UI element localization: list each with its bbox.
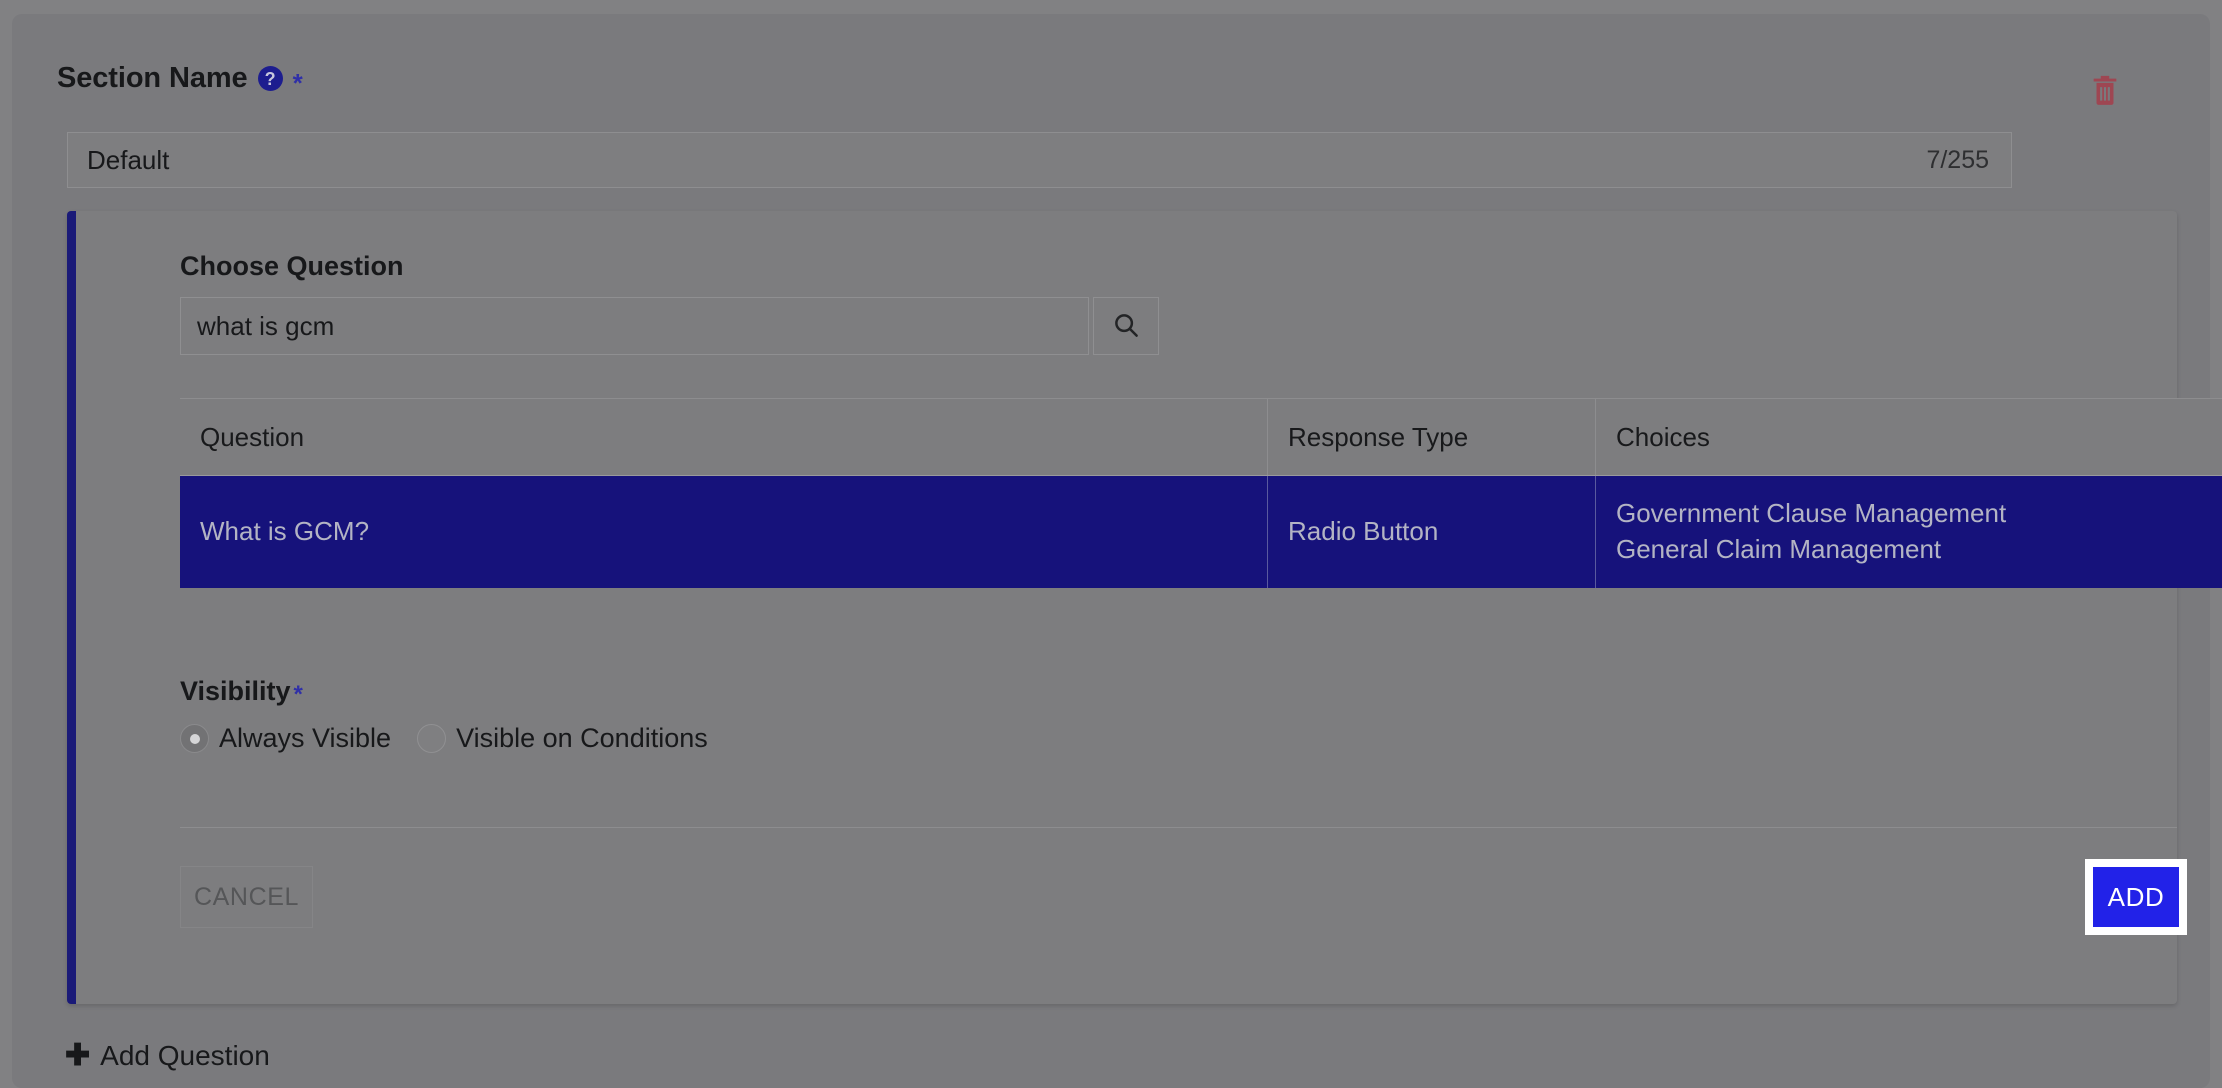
table-header-row: Question Response Type Choices [180, 398, 2222, 476]
required-asterisk: * [292, 67, 303, 98]
table-row[interactable]: What is GCM? Radio Button Government Cla… [180, 475, 2222, 588]
radio-indicator-always-visible[interactable] [180, 724, 209, 753]
section-panel: Section Name ? * 7/255 Choose Question [12, 14, 2222, 1088]
page-title: Section Name [57, 62, 248, 94]
question-search-input[interactable] [180, 297, 1089, 355]
add-button-focus-ring: ADD [2085, 859, 2187, 935]
cell-response-type: Radio Button [1267, 475, 1596, 588]
search-button[interactable] [1093, 297, 1159, 355]
search-icon [1111, 310, 1141, 343]
section-header: Section Name ? * [57, 62, 303, 98]
column-header-response-type: Response Type [1267, 398, 1596, 476]
section-name-field[interactable]: 7/255 [67, 132, 2012, 188]
radio-option-visible-on-conditions[interactable]: Visible on Conditions [417, 723, 708, 754]
card-accent-bar [67, 211, 76, 1004]
radio-label-visible-on-conditions: Visible on Conditions [456, 723, 708, 753]
radio-label-always-visible: Always Visible [219, 723, 392, 753]
add-question-link[interactable]: ✚ Add Question [65, 1040, 270, 1072]
visibility-required-asterisk: * [293, 681, 303, 708]
cancel-button[interactable]: CANCEL [180, 866, 313, 928]
help-circle-icon[interactable]: ? [257, 66, 283, 91]
radio-option-always-visible[interactable]: Always Visible [180, 723, 391, 754]
card-body: Choose Question what is gcm Question Res… [125, 211, 2222, 1004]
visibility-label-text: Visibility [180, 676, 291, 706]
character-counter: 7/255 [1926, 145, 1989, 174]
visibility-radio-group: Always Visible Visible on Conditions [180, 723, 708, 754]
page-root: Section Name ? * 7/255 Choose Question [0, 0, 2222, 1088]
plus-icon: ✚ [65, 1039, 91, 1072]
question-results-table: Question Response Type Choices What is G… [180, 398, 2222, 588]
question-search-row [180, 297, 1159, 355]
cell-question: What is GCM? [180, 475, 1268, 588]
add-question-label: Add Question [100, 1040, 270, 1071]
add-button[interactable]: ADD [2093, 867, 2179, 927]
question-editor-card: Choose Question what is gcm Question Res… [67, 211, 2222, 1004]
column-header-choices: Choices [1595, 398, 2222, 476]
column-header-question: Question [180, 398, 1268, 476]
radio-indicator-visible-on-conditions[interactable] [417, 724, 447, 753]
visibility-label: Visibility * [180, 676, 303, 707]
section-name-input[interactable] [68, 133, 1927, 187]
footer-divider [180, 827, 2177, 828]
cell-choices: Government Clause Management General Cla… [1595, 475, 2222, 588]
choose-question-label: Choose Question [180, 251, 404, 281]
trash-icon[interactable] [2088, 72, 2122, 108]
